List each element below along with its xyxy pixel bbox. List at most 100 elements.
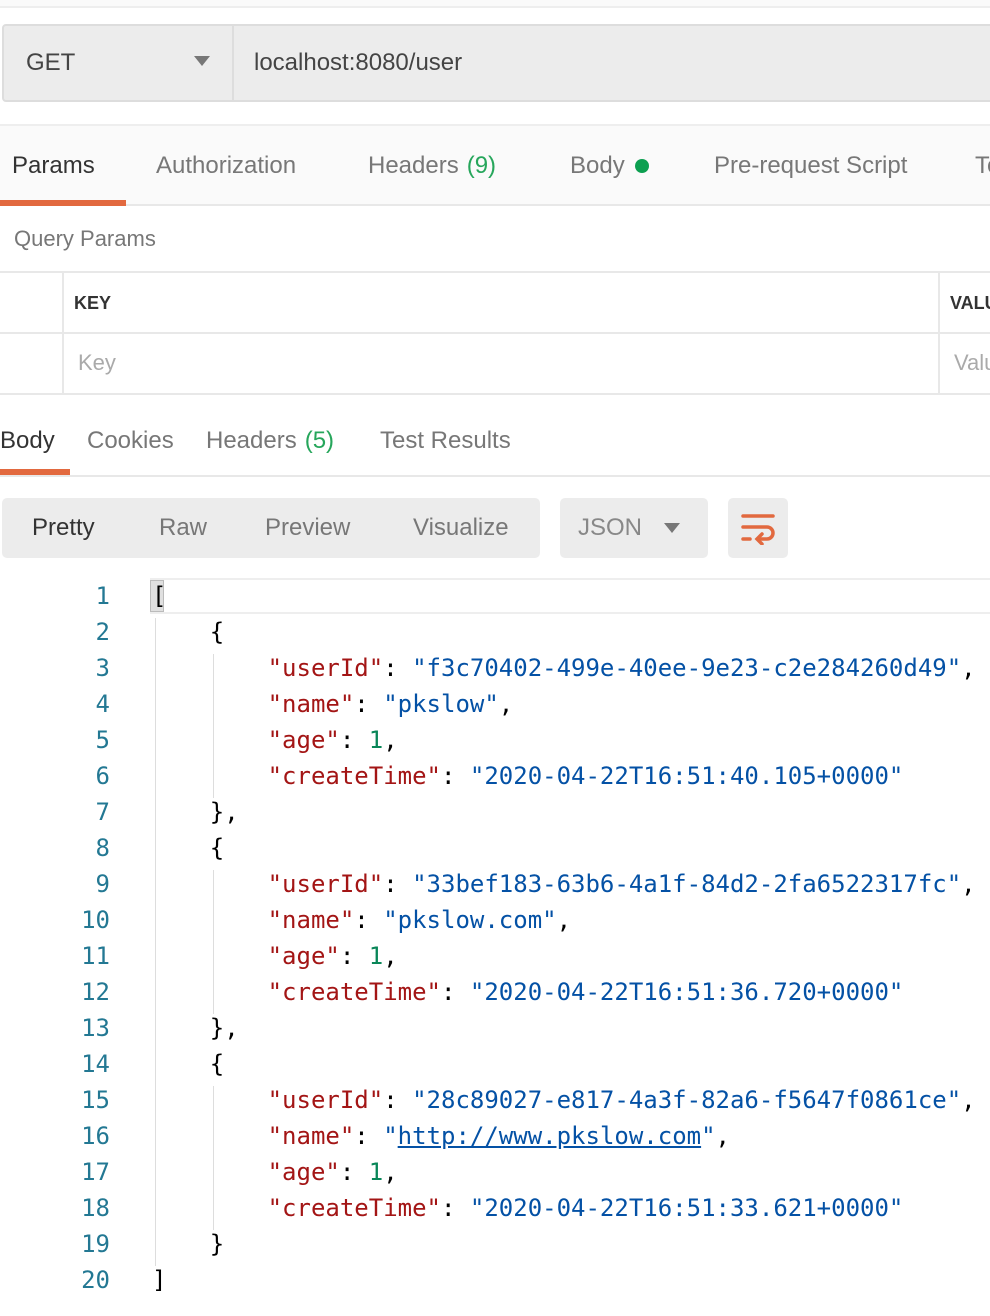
- json-key: "age": [267, 726, 340, 754]
- code-line: {: [152, 830, 224, 866]
- json-punctuation: [152, 1158, 268, 1186]
- json-key: "createTime": [267, 762, 441, 790]
- json-punctuation: ,: [383, 942, 398, 970]
- tab-label: Authorization: [156, 152, 297, 179]
- line-number: 6: [95, 762, 110, 790]
- tab-label: Pre-request Script: [714, 152, 908, 179]
- code-line: [: [152, 578, 166, 614]
- tab-label: Headers: [206, 427, 297, 454]
- key-header: KEY: [74, 293, 112, 313]
- json-punctuation: ,: [383, 1158, 398, 1186]
- tab-tests[interactable]: Te: [975, 126, 990, 206]
- json-punctuation: :: [440, 978, 470, 1006]
- view-visualize-button[interactable]: Visualize: [413, 498, 509, 558]
- json-punctuation: ,: [961, 870, 976, 898]
- line-number: 4: [95, 690, 110, 718]
- tab-cookies[interactable]: Cookies: [87, 405, 174, 477]
- indent-guide: [212, 870, 214, 1014]
- code-line: "createTime": "2020-04-22T16:51:40.105+0…: [152, 758, 904, 794]
- line-number: 12: [81, 978, 110, 1006]
- json-punctuation: :: [339, 726, 369, 754]
- json-punctuation: ,: [961, 654, 976, 682]
- json-punctuation: [152, 726, 268, 754]
- view-raw-button[interactable]: Raw: [159, 498, 207, 558]
- code-line: "name": "pkslow.com",: [152, 902, 571, 938]
- json-punctuation: },: [152, 1014, 239, 1042]
- json-key: "name": [267, 690, 355, 718]
- line-number: 15: [81, 1086, 110, 1114]
- column-divider: [62, 273, 64, 395]
- code-line: "userId": "f3c70402-499e-40ee-9e23-c2e28…: [152, 650, 976, 686]
- tab-response-body[interactable]: Body: [0, 405, 55, 477]
- response-tabs: Body Cookies Headers (5) Test Results: [0, 405, 990, 477]
- tab-body[interactable]: Body: [570, 126, 649, 206]
- view-pretty-button[interactable]: Pretty: [32, 498, 95, 558]
- json-punctuation: ,: [383, 726, 398, 754]
- json-punctuation: :: [354, 906, 384, 934]
- format-label: JSON: [578, 514, 643, 541]
- code-line: "name": "pkslow",: [152, 686, 514, 722]
- tab-label: Test Results: [380, 427, 511, 454]
- code-line: "age": 1,: [152, 722, 398, 758]
- line-number: 14: [81, 1050, 110, 1078]
- json-key: "name": [267, 906, 355, 934]
- json-punctuation: [152, 762, 268, 790]
- line-number: 16: [81, 1122, 110, 1150]
- json-key: "createTime": [267, 1194, 441, 1222]
- query-params-table: KEY VALU Key Valu: [0, 271, 990, 395]
- line-number: 19: [81, 1230, 110, 1258]
- active-line-highlight: [150, 578, 990, 614]
- line-number: 17: [81, 1158, 110, 1186]
- tab-label: Body: [0, 427, 55, 454]
- json-punctuation: ,: [498, 690, 514, 718]
- wrap-lines-icon: [741, 514, 775, 545]
- line-number: 18: [81, 1194, 110, 1222]
- method-label: GET: [26, 49, 76, 76]
- headers-count: (9): [466, 152, 497, 179]
- json-number: 1: [368, 726, 384, 754]
- json-punctuation: :: [339, 942, 369, 970]
- json-punctuation: [152, 942, 268, 970]
- json-string: ": [701, 1122, 716, 1150]
- code-line: "name": "http://www.pkslow.com",: [152, 1118, 730, 1154]
- url-input[interactable]: localhost:8080/user: [254, 26, 462, 100]
- line-number: 11: [81, 942, 110, 970]
- json-punctuation: ,: [715, 1122, 730, 1150]
- json-punctuation: :: [339, 1158, 369, 1186]
- chevron-down-icon: [194, 56, 210, 66]
- line-number: 2: [95, 618, 110, 646]
- code-line: },: [152, 794, 239, 830]
- tab-pre-request-script[interactable]: Pre-request Script: [714, 126, 907, 206]
- tab-headers[interactable]: Headers (9): [368, 126, 496, 206]
- json-punctuation: [: [152, 582, 167, 610]
- code-line: "userId": "33bef183-63b6-4a1f-84d2-2fa65…: [152, 866, 976, 902]
- json-link[interactable]: http://www.pkslow.com: [398, 1122, 701, 1150]
- json-punctuation: ,: [961, 1086, 976, 1114]
- code-line: "userId": "28c89027-e817-4a3f-82a6-f5647…: [152, 1082, 976, 1118]
- method-select[interactable]: GET: [4, 26, 234, 100]
- json-punctuation: :: [383, 654, 413, 682]
- line-number: 13: [81, 1014, 110, 1042]
- json-punctuation: [152, 690, 268, 718]
- format-select[interactable]: JSON: [560, 498, 708, 558]
- json-punctuation: :: [440, 762, 470, 790]
- key-input[interactable]: Key: [78, 350, 116, 376]
- json-punctuation: [152, 870, 268, 898]
- view-preview-button[interactable]: Preview: [265, 498, 350, 558]
- json-punctuation: :: [354, 1122, 384, 1150]
- value-header: VALU: [950, 293, 990, 313]
- tab-label: Body: [570, 152, 625, 179]
- json-punctuation: :: [383, 1086, 413, 1114]
- code-line: },: [152, 1010, 239, 1046]
- json-string: "2020-04-22T16:51:40.105+0000": [469, 762, 904, 790]
- tab-authorization[interactable]: Authorization: [156, 126, 296, 206]
- value-input[interactable]: Valu: [954, 350, 990, 376]
- json-punctuation: ]: [152, 1266, 167, 1294]
- tab-response-headers[interactable]: Headers (5): [206, 405, 334, 477]
- tab-label: Params: [12, 152, 95, 179]
- tab-test-results[interactable]: Test Results: [380, 405, 511, 477]
- json-key: "createTime": [267, 978, 441, 1006]
- tab-params[interactable]: Params: [12, 126, 95, 206]
- line-number: 3: [95, 654, 110, 682]
- wrap-lines-button[interactable]: [728, 498, 788, 558]
